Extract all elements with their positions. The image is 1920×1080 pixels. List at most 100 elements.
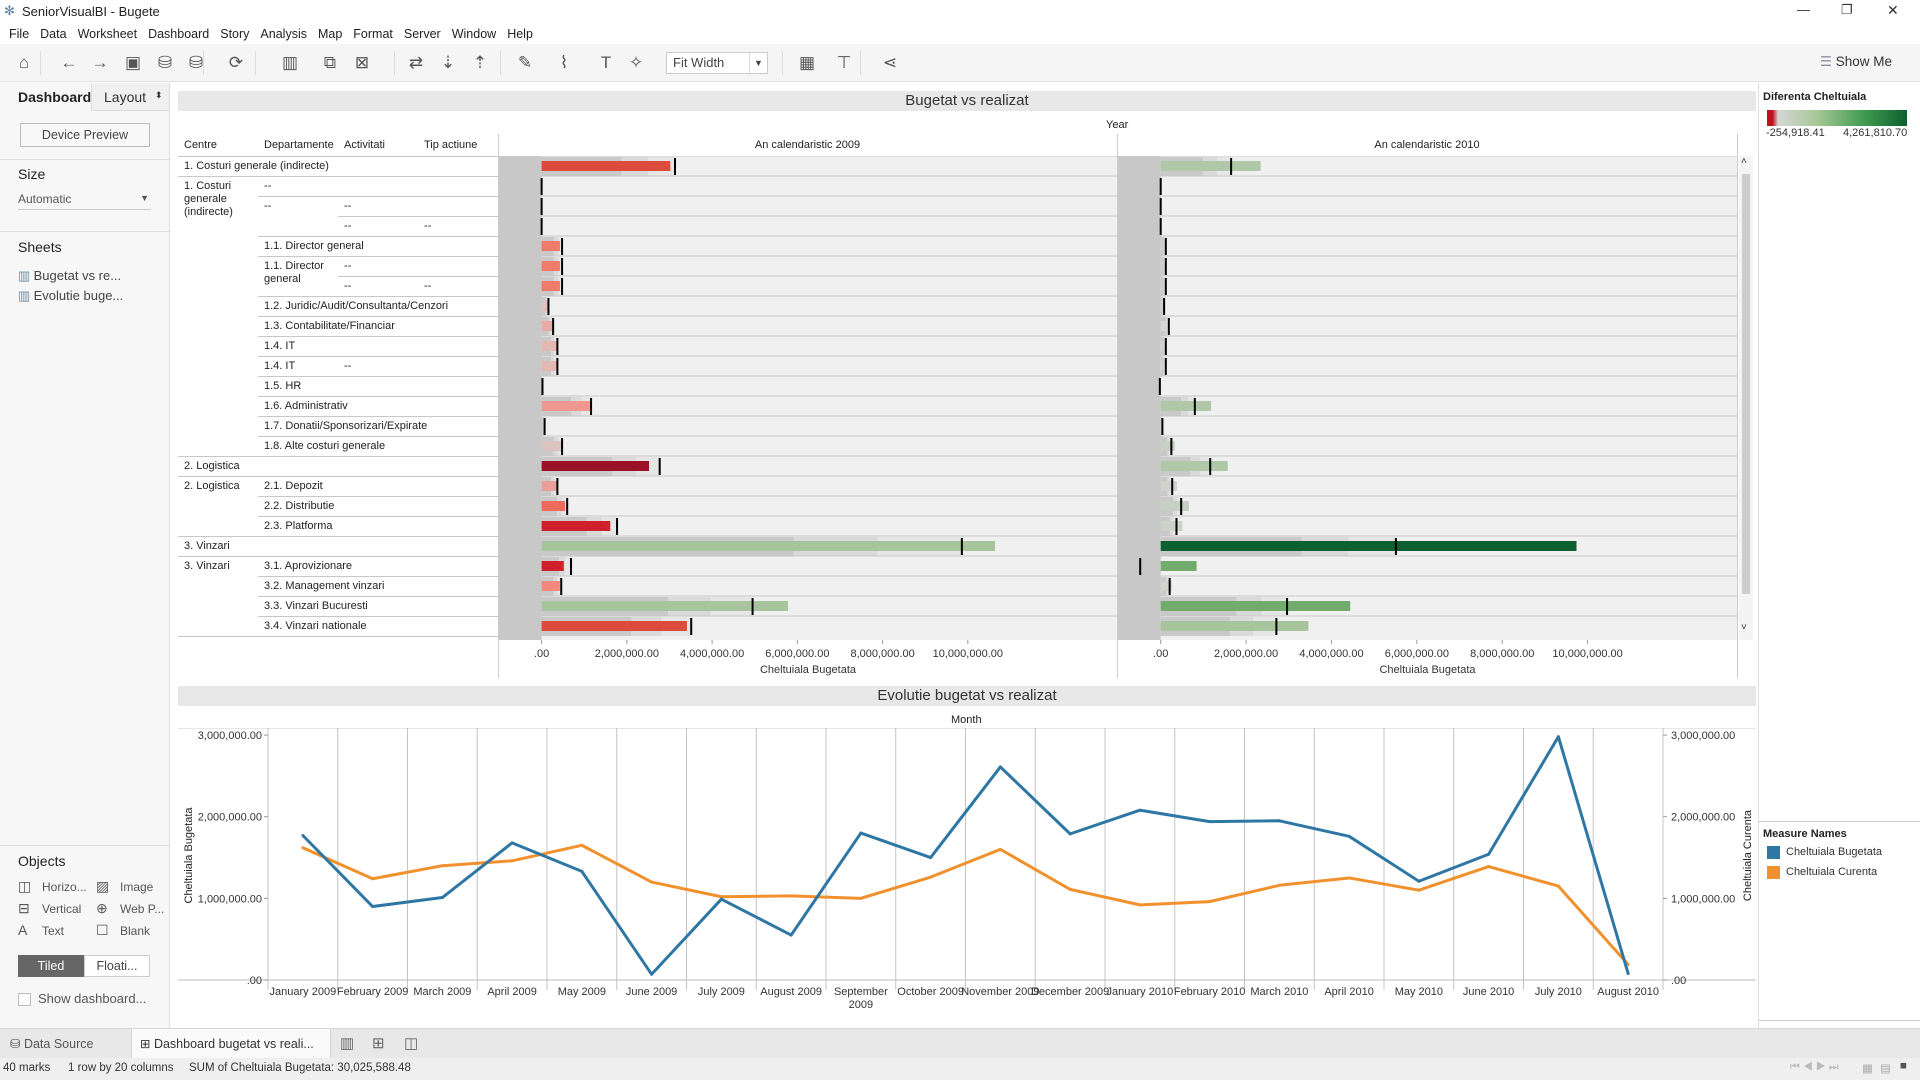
data-point[interactable] xyxy=(1068,832,1072,836)
budget-reference-line[interactable] xyxy=(541,378,544,395)
actual-bar[interactable] xyxy=(1160,561,1197,571)
budget-reference-line[interactable] xyxy=(1175,518,1178,535)
actual-bar[interactable] xyxy=(1160,541,1577,551)
legend-label-curenta[interactable]: Cheltuiala Curenta xyxy=(1786,866,1877,878)
budget-reference-line[interactable] xyxy=(1164,338,1167,355)
data-point[interactable] xyxy=(1138,903,1142,907)
save-icon[interactable]: ▣ xyxy=(121,52,145,74)
row-label-dep[interactable]: 1.4. IT xyxy=(264,340,484,353)
budget-reference-line[interactable] xyxy=(540,218,543,235)
menu-data[interactable]: Data xyxy=(40,27,66,41)
legend-label-bugetata[interactable]: Cheltuiala Bugetata xyxy=(1786,846,1882,858)
budget-reference-line[interactable] xyxy=(1275,618,1278,635)
budget-reference-line[interactable] xyxy=(1193,398,1196,415)
tab-layout[interactable]: Layout ⬍ xyxy=(91,83,169,111)
data-point[interactable] xyxy=(1487,865,1491,869)
legend-swatch-bugetata[interactable] xyxy=(1767,846,1780,859)
data-point[interactable] xyxy=(1347,834,1351,838)
header-activitati[interactable]: Activitati xyxy=(344,139,385,151)
group-icon[interactable]: ⌇ xyxy=(552,52,576,74)
data-point[interactable] xyxy=(371,905,375,909)
budget-reference-line[interactable] xyxy=(658,458,661,475)
budget-reference-line[interactable] xyxy=(547,298,550,315)
device-preview-button[interactable]: Device Preview xyxy=(20,123,150,147)
actual-bar[interactable] xyxy=(1160,481,1177,491)
restore-button[interactable]: ❐ xyxy=(1841,2,1853,18)
data-point[interactable] xyxy=(580,869,584,873)
row-label-centre[interactable]: 2. Logistica xyxy=(184,460,484,473)
actual-bar[interactable] xyxy=(1160,241,1162,251)
budget-reference-line[interactable] xyxy=(1159,178,1162,195)
row-label-dep[interactable]: 1.1. Director general xyxy=(264,260,338,286)
menu-story[interactable]: Story xyxy=(220,27,249,41)
data-point[interactable] xyxy=(998,847,1002,851)
budget-reference-line[interactable] xyxy=(556,478,559,495)
budget-reference-line[interactable] xyxy=(1161,418,1164,435)
actual-bar[interactable] xyxy=(541,461,650,471)
actual-bar[interactable] xyxy=(541,361,557,371)
actual-bar[interactable] xyxy=(1160,621,1309,631)
budget-reference-line[interactable] xyxy=(616,518,619,535)
actual-bar[interactable] xyxy=(541,501,566,511)
header-departamente[interactable]: Departamente xyxy=(264,139,334,151)
actual-bar[interactable] xyxy=(1160,281,1162,291)
budget-reference-line[interactable] xyxy=(690,618,693,635)
actual-bar[interactable] xyxy=(1160,361,1162,371)
actual-bar[interactable] xyxy=(541,561,564,571)
budget-reference-line[interactable] xyxy=(1170,438,1173,455)
header-centre[interactable]: Centre xyxy=(184,139,217,151)
object-horizo[interactable]: ◫ Horizo... xyxy=(18,878,94,898)
new-story-icon[interactable]: ◫ xyxy=(404,1034,418,1052)
actual-bar[interactable] xyxy=(541,401,591,411)
scroll-down-icon[interactable]: ˅ xyxy=(1741,622,1747,633)
actual-bar[interactable] xyxy=(541,161,671,171)
row-label-dep[interactable]: -- xyxy=(264,180,484,193)
data-point[interactable] xyxy=(1556,735,1560,739)
budget-reference-line[interactable] xyxy=(1158,378,1161,395)
filmstrip-view-icon[interactable]: ▤ xyxy=(1880,1061,1891,1075)
budget-reference-line[interactable] xyxy=(1209,458,1212,475)
menu-server[interactable]: Server xyxy=(404,27,441,41)
vertical-scrollbar[interactable]: ˄ ˅ xyxy=(1739,156,1753,640)
data-point[interactable] xyxy=(301,846,305,850)
single-view-icon[interactable]: ■ xyxy=(1900,1060,1907,1072)
fit-select[interactable]: Fit Width ▼ xyxy=(666,52,768,74)
row-label-dep[interactable]: 1.7. Donatii/Sponsorizari/Expirate xyxy=(264,420,484,433)
data-point[interactable] xyxy=(1347,876,1351,880)
menu-map[interactable]: Map xyxy=(318,27,342,41)
new-dashboard-icon[interactable]: ⊞ xyxy=(372,1034,385,1052)
menu-format[interactable]: Format xyxy=(353,27,393,41)
floating-button[interactable]: Floati... xyxy=(84,955,150,977)
row-label-dep[interactable]: 3.1. Aprovizionare xyxy=(264,560,484,573)
data-point[interactable] xyxy=(929,875,933,879)
data-point[interactable] xyxy=(650,972,654,976)
data-point[interactable] xyxy=(859,831,863,835)
budget-reference-line[interactable] xyxy=(561,238,564,255)
budget-reference-line[interactable] xyxy=(1394,538,1397,555)
budget-reference-line[interactable] xyxy=(590,398,593,415)
redo-icon[interactable]: → xyxy=(88,52,112,74)
object-webp[interactable]: ⊕ Web P... xyxy=(96,900,172,920)
labels-icon[interactable]: T xyxy=(594,52,618,74)
budget-reference-line[interactable] xyxy=(1164,278,1167,295)
actual-bar[interactable] xyxy=(1160,401,1212,411)
grid-view-icon[interactable]: ▦ xyxy=(1862,1061,1873,1075)
highlight-icon[interactable]: ✎ xyxy=(513,52,537,74)
menu-dashboard[interactable]: Dashboard xyxy=(148,27,209,41)
budget-reference-line[interactable] xyxy=(570,558,573,575)
actual-bar[interactable] xyxy=(541,581,560,591)
budget-reference-line[interactable] xyxy=(561,438,564,455)
actual-bar[interactable] xyxy=(541,261,560,271)
object-image[interactable]: ▨ Image xyxy=(96,878,172,898)
actual-bar[interactable] xyxy=(1160,601,1351,611)
row-label-centre[interactable]: 3. Vinzari xyxy=(184,540,484,553)
show-me-button[interactable]: ☰ Show Me xyxy=(1820,54,1892,70)
legend-swatch-curenta[interactable] xyxy=(1767,866,1780,879)
actual-bar[interactable] xyxy=(1160,321,1168,331)
object-text[interactable]: A Text xyxy=(18,922,94,942)
nav-first-prev-next-last-icons[interactable]: ⏮ ◀ ▶ ⏭ xyxy=(1790,1061,1839,1074)
object-blank[interactable]: ☐ Blank xyxy=(96,922,172,942)
actual-bar[interactable] xyxy=(541,281,560,291)
menu-window[interactable]: Window xyxy=(452,27,496,41)
budget-reference-line[interactable] xyxy=(566,498,569,515)
